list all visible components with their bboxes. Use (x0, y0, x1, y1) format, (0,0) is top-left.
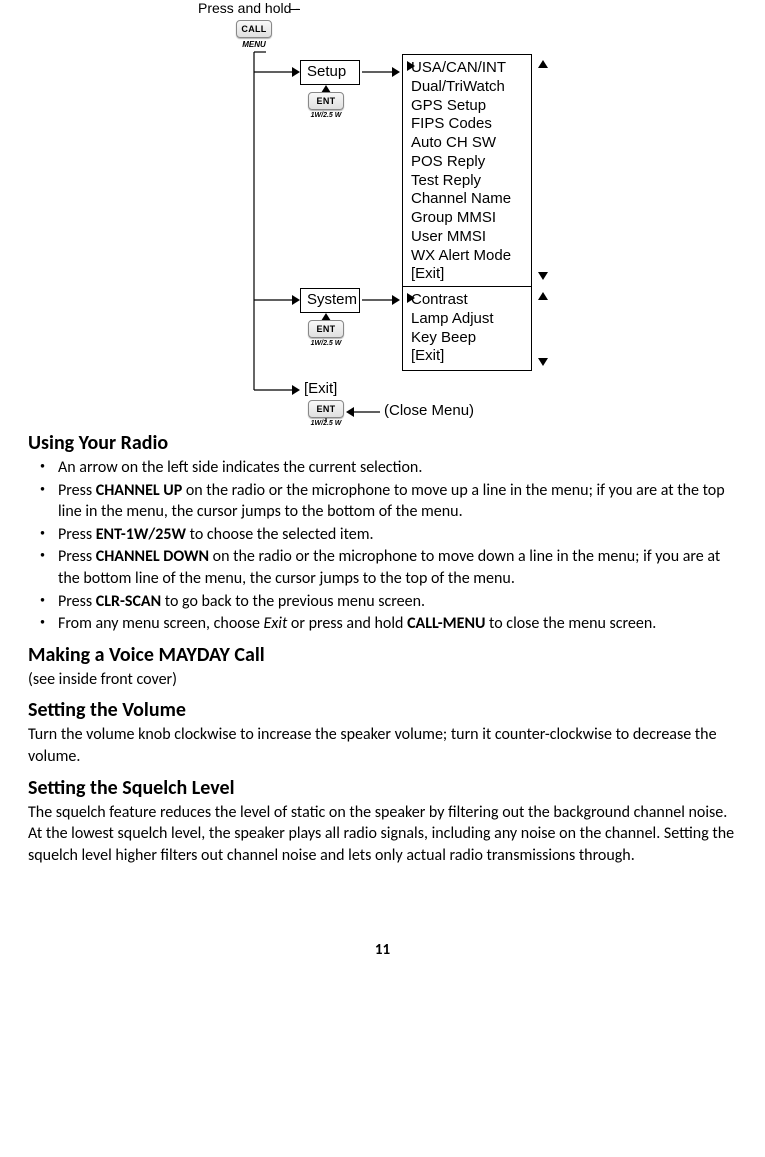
list-item: Press ENT-1W/25W to choose the selected … (50, 524, 737, 546)
arrow-icon (392, 67, 400, 77)
term: ENT-1W/25W (96, 525, 186, 544)
setup-items-box: USA/CAN/INT Dual/TriWatch GPS Setup FIPS… (402, 54, 532, 289)
arrow-icon (392, 295, 400, 305)
list-item: From any menu screen, choose Exit or pre… (50, 613, 737, 635)
list-item: Press CLR-SCAN to go back to the previou… (50, 591, 737, 613)
term: CHANNEL UP (96, 481, 182, 500)
ent-button-label: ENT (308, 400, 344, 418)
scroll-down-icon (538, 272, 548, 280)
scroll-up-icon (538, 60, 548, 68)
text: Press (58, 481, 96, 500)
term: CHANNEL DOWN (96, 547, 209, 566)
squelch-body: The squelch feature reduces the level of… (28, 802, 737, 867)
press-hold-label: Press and hold - (198, 0, 300, 16)
mayday-heading: Making a Voice MAYDAY Call (28, 643, 737, 667)
call-sublabel: MENU (236, 40, 272, 49)
text: to choose the selected item. (186, 525, 374, 544)
arrow-icon (292, 67, 300, 77)
exit-label: [Exit] (304, 380, 337, 397)
text: Press (58, 547, 96, 566)
volume-body: Turn the volume knob clockwise to increa… (28, 724, 737, 767)
text: An arrow on the left side indicates the … (58, 458, 422, 477)
volume-heading: Setting the Volume (28, 698, 737, 722)
ent-keycap: ENT 1W/2.5 W (308, 92, 344, 119)
ent-sublabel: 1W/2.5 W (308, 340, 344, 347)
ent-button-label: ENT (308, 320, 344, 338)
text: From any menu screen, choose (58, 614, 264, 633)
dash-line (290, 9, 300, 10)
ent-keycap: ENT 1W/2.5 W (308, 400, 344, 427)
list-item: Press CHANNEL UP on the radio or the mic… (50, 480, 737, 523)
call-keycap: CALL MENU (236, 20, 272, 49)
setup-box: Setup (300, 60, 360, 85)
using-radio-list: An arrow on the left side indicates the … (28, 457, 737, 635)
text: or press and hold (287, 614, 407, 633)
text: Press (58, 592, 96, 611)
using-radio-heading: Using Your Radio (28, 431, 737, 455)
italic-term: Exit (264, 614, 288, 633)
text: to go back to the previous menu screen. (161, 592, 425, 611)
close-menu-label: (Close Menu) (384, 402, 474, 419)
list-item: Press CHANNEL DOWN on the radio or the m… (50, 546, 737, 589)
selection-arrow-icon (407, 293, 415, 303)
call-button-label: CALL (236, 20, 272, 38)
mayday-body: (see inside front cover) (28, 669, 737, 691)
squelch-heading: Setting the Squelch Level (28, 776, 737, 800)
arrow-icon (292, 385, 300, 395)
arrow-icon (292, 295, 300, 305)
ent-sublabel: 1W/2.5 W (308, 420, 344, 427)
system-box: System (300, 288, 360, 313)
scroll-down-icon (538, 358, 548, 366)
text: Press (58, 525, 96, 544)
term: CALL-MENU (407, 614, 485, 633)
term: CLR-SCAN (96, 592, 161, 611)
selection-arrow-icon (407, 61, 415, 71)
arrow-icon (346, 407, 354, 417)
scroll-up-icon (538, 292, 548, 300)
menu-diagram: Press and hold - CALL MENU Setup (170, 0, 765, 425)
system-items-box: Contrast Lamp Adjust Key Beep [Exit] (402, 286, 532, 371)
page-number: 11 (28, 941, 737, 959)
ent-keycap: ENT 1W/2.5 W (308, 320, 344, 347)
list-item: An arrow on the left side indicates the … (50, 457, 737, 479)
ent-sublabel: 1W/2.5 W (308, 112, 344, 119)
text: to close the menu screen. (485, 614, 656, 633)
ent-button-label: ENT (308, 92, 344, 110)
